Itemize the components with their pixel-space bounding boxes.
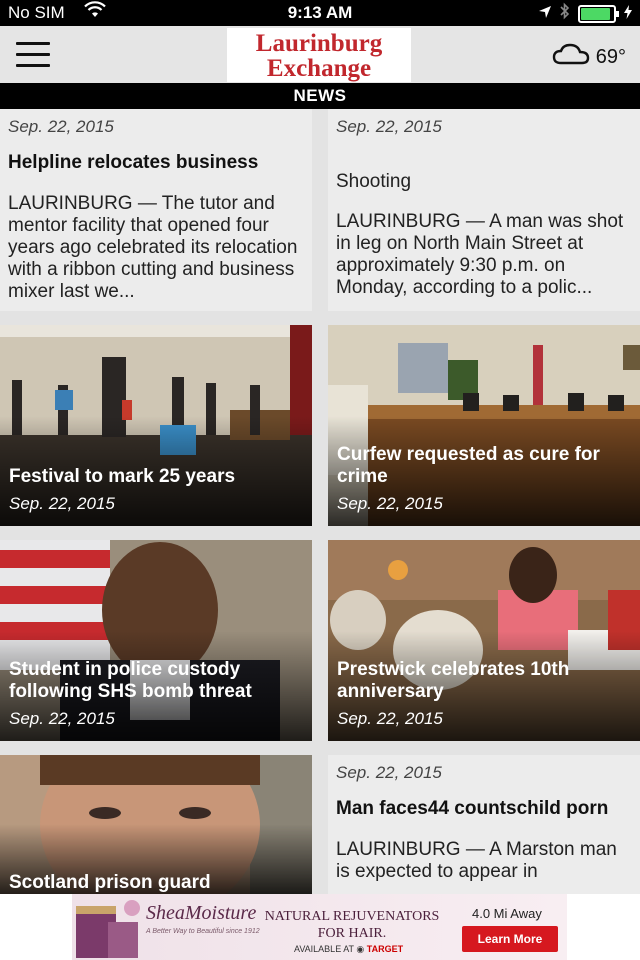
article-date: Sep. 22, 2015 xyxy=(337,709,443,728)
article-title: Curfew requested as cure for crime xyxy=(337,444,600,487)
article-title: Shooting xyxy=(336,171,412,192)
ad-creative[interactable]: SheaMoisture A Better Way to Beautiful s… xyxy=(72,894,567,960)
article-card-prison-guard[interactable]: Scotland prison guard xyxy=(0,755,312,894)
article-excerpt: LAURINBURG — A man was shot in leg on No… xyxy=(336,211,624,298)
article-card-prestwick[interactable]: Prestwick celebrates 10th anniversary Se… xyxy=(328,540,640,741)
article-title: Student in police custody following SHS … xyxy=(9,659,252,702)
article-card-student-custody[interactable]: Student in police custody following SHS … xyxy=(0,540,312,741)
weather-temperature: 69° xyxy=(595,45,626,68)
article-excerpt: LAURINBURG — The tutor and mentor facili… xyxy=(8,193,298,302)
ad-banner[interactable]: SheaMoisture A Better Way to Beautiful s… xyxy=(0,894,640,960)
bluetooth-icon xyxy=(560,2,570,25)
article-card-shooting[interactable]: Sep. 22, 2015 Shooting LAURINBURG — A ma… xyxy=(328,109,640,311)
ad-availability: AVAILABLE AT ◉ TARGET xyxy=(294,944,404,954)
logo-line-1: Laurinburg xyxy=(255,30,383,57)
charging-icon xyxy=(624,4,632,24)
weather-widget[interactable]: 69° xyxy=(552,43,626,71)
site-logo[interactable]: Laurinburg Exchange xyxy=(227,28,411,82)
learn-more-button[interactable]: Learn More xyxy=(462,926,558,952)
cloud-icon xyxy=(552,43,590,71)
article-date: Sep. 22, 2015 xyxy=(336,117,442,136)
status-bar: No SIM 9:13 AM xyxy=(0,0,640,26)
article-excerpt: LAURINBURG — A Marston man is expected t… xyxy=(336,839,617,882)
article-date: Sep. 22, 2015 xyxy=(9,494,115,513)
article-card-man-faces[interactable]: Sep. 22, 2015 Man faces44 countschild po… xyxy=(328,755,640,894)
ad-distance: 4.0 Mi Away xyxy=(472,906,542,921)
product-jars-image xyxy=(76,900,140,958)
target-logo-icon: ◉ xyxy=(356,944,365,954)
article-card-festival[interactable]: Festival to mark 25 years Sep. 22, 2015 xyxy=(0,325,312,526)
ad-headline: NATURAL REJUVENATORS FOR HAIR. xyxy=(264,909,440,941)
hamburger-menu-icon[interactable] xyxy=(16,42,50,68)
section-title: NEWS xyxy=(0,83,640,109)
app-header: Laurinburg Exchange 69° xyxy=(0,26,640,83)
article-card-helpline[interactable]: Sep. 22, 2015 Helpline relocates busines… xyxy=(0,109,312,311)
article-date: Sep. 22, 2015 xyxy=(337,494,443,513)
article-title: Festival to mark 25 years xyxy=(9,466,236,487)
logo-line-2: Exchange xyxy=(266,55,372,82)
battery-icon xyxy=(578,4,619,23)
article-title: Prestwick celebrates 10th anniversary xyxy=(337,659,570,702)
article-title: Helpline relocates business xyxy=(8,152,259,173)
article-date: Sep. 22, 2015 xyxy=(336,763,442,782)
location-arrow-icon xyxy=(538,4,552,24)
ad-tagline: A Better Way to Beautiful since 1912 xyxy=(146,928,260,935)
article-title: Scotland prison guard xyxy=(9,872,211,893)
article-date: Sep. 22, 2015 xyxy=(9,709,115,728)
article-card-curfew[interactable]: Curfew requested as cure for crime Sep. … xyxy=(328,325,640,526)
article-title: Man faces44 countschild porn xyxy=(336,798,609,819)
ad-brand-logo: SheaMoisture xyxy=(146,902,257,924)
article-date: Sep. 22, 2015 xyxy=(8,117,114,136)
